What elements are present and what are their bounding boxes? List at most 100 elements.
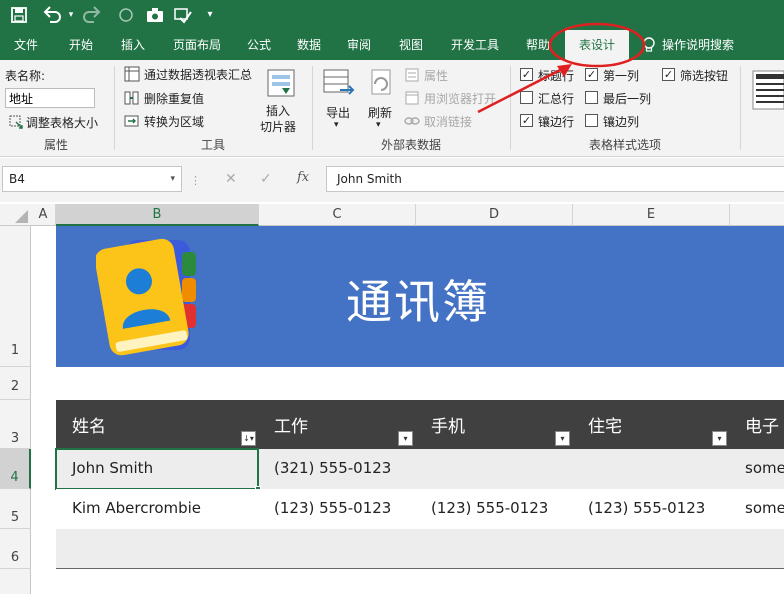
insert-slicer-button[interactable]: 插入 切片器: [258, 68, 304, 134]
total-row-label: 汇总行: [538, 92, 575, 106]
table-row: Kim Abercrombie (123) 555-0123 (123) 555…: [56, 489, 784, 529]
first-column-checkbox[interactable]: ✓: [585, 68, 598, 81]
name-box-dropdown-icon[interactable]: ▾: [170, 167, 175, 191]
tab-table-design[interactable]: 表设计: [565, 30, 629, 60]
tab-insert[interactable]: 插入: [112, 30, 154, 60]
slicer-icon: [267, 69, 295, 97]
table-style-gallery-icon[interactable]: [752, 70, 784, 110]
unlink-icon: [404, 117, 420, 125]
group-label-external: 外部表数据: [380, 138, 441, 152]
header-row-option[interactable]: ✓ 标题行: [520, 67, 584, 83]
tab-page-layout[interactable]: 页面布局: [164, 30, 230, 60]
redo-icon[interactable]: [80, 4, 104, 26]
pivot-table-icon: [124, 66, 140, 82]
column-header-d[interactable]: D: [416, 204, 573, 226]
total-row-option[interactable]: 汇总行: [520, 90, 584, 106]
row-header-6[interactable]: 6: [0, 529, 31, 569]
last-column-checkbox[interactable]: [585, 91, 598, 104]
circle-icon[interactable]: [116, 4, 136, 26]
tab-data[interactable]: 数据: [288, 30, 330, 60]
enter-icon[interactable]: ✓: [260, 171, 272, 187]
unlink-label: 取消链接: [424, 115, 473, 129]
insert-slicer-label-2: 切片器: [260, 120, 297, 134]
row-header-1[interactable]: 1: [0, 226, 31, 367]
convert-range-icon: [124, 115, 139, 127]
group-label-properties: 属性: [43, 138, 68, 152]
row-header-2[interactable]: 2: [0, 367, 31, 400]
cell-mobile[interactable]: (123) 555-0123: [431, 499, 548, 517]
header-cell-mobile[interactable]: 手机: [431, 412, 465, 437]
column-header-c[interactable]: C: [259, 204, 416, 226]
filter-dropdown-icon[interactable]: ▾: [712, 431, 727, 446]
more-icon[interactable]: ▾: [204, 4, 216, 26]
insert-slicer-label-1: 插入: [266, 104, 291, 118]
cell-work[interactable]: (123) 555-0123: [274, 499, 391, 517]
header-cell-work[interactable]: 工作: [274, 412, 308, 437]
tab-developer[interactable]: 开发工具: [440, 30, 510, 60]
refresh-button[interactable]: 刷新 ▾: [362, 68, 400, 132]
formula-bar-area: B4 ▾ ⋮ ✕ ✓ fx John Smith: [0, 158, 784, 202]
cell-email[interactable]: some: [745, 499, 784, 517]
tab-help[interactable]: 帮助: [516, 30, 560, 60]
group-label-tools: 工具: [200, 138, 225, 152]
tab-review[interactable]: 审阅: [338, 30, 380, 60]
column-header-a[interactable]: A: [31, 204, 56, 226]
lightbulb-icon: [643, 37, 655, 52]
row-header-4[interactable]: 4: [0, 449, 31, 489]
tell-me-search[interactable]: 操作说明搜索: [662, 30, 754, 60]
group-separator: [740, 66, 741, 150]
column-header-e[interactable]: E: [573, 204, 730, 226]
row-header-5[interactable]: 5: [0, 489, 31, 529]
group-separator: [114, 66, 115, 150]
header-cell-name[interactable]: 姓名: [72, 412, 106, 437]
banded-rows-checkbox[interactable]: ✓: [520, 114, 533, 127]
cell-home[interactable]: (123) 555-0123: [588, 499, 705, 517]
banded-rows-option[interactable]: ✓ 镶边行: [520, 113, 584, 129]
cell-email[interactable]: some: [745, 459, 784, 477]
sort-filter-icon[interactable]: ↓▾: [241, 431, 256, 446]
select-all-icon[interactable]: [0, 204, 31, 226]
insert-function-icon[interactable]: fx: [297, 170, 309, 185]
header-cell-home[interactable]: 住宅: [588, 412, 622, 437]
tab-formulas[interactable]: 公式: [238, 30, 280, 60]
table-name-input[interactable]: [5, 88, 95, 108]
address-book-banner: 通讯簿: [56, 226, 784, 367]
cancel-icon[interactable]: ✕: [225, 171, 237, 187]
tab-file[interactable]: 文件: [4, 30, 48, 60]
filter-button-checkbox[interactable]: ✓: [662, 68, 675, 81]
export-button[interactable]: 导出 ▾: [320, 68, 358, 132]
filter-dropdown-icon[interactable]: ▾: [555, 431, 570, 446]
first-column-option[interactable]: ✓ 第一列: [585, 67, 655, 83]
undo-dropdown-icon[interactable]: ▾: [66, 4, 76, 26]
undo-icon[interactable]: [40, 4, 64, 26]
drag-handle-icon[interactable]: ⋮: [190, 174, 201, 187]
remove-duplicates-icon: [124, 91, 139, 105]
column-header-b[interactable]: B: [56, 204, 259, 226]
first-column-label: 第一列: [603, 69, 640, 83]
cell-name[interactable]: Kim Abercrombie: [72, 499, 201, 517]
save-icon[interactable]: [8, 4, 30, 26]
filter-button-option[interactable]: ✓ 筛选按钮: [662, 67, 738, 83]
name-box[interactable]: B4 ▾: [2, 166, 182, 192]
tab-view[interactable]: 视图: [390, 30, 432, 60]
filter-dropdown-icon[interactable]: ▾: [398, 431, 413, 446]
header-cell-email[interactable]: 电子: [745, 412, 779, 437]
last-column-option[interactable]: 最后一列: [585, 90, 655, 106]
check-icon[interactable]: [172, 4, 194, 26]
tab-home[interactable]: 开始: [58, 30, 104, 60]
export-dropdown-icon: ▾: [334, 120, 339, 130]
row-header-3[interactable]: 3: [0, 400, 31, 449]
resize-table-icon: [9, 115, 23, 129]
cell-work[interactable]: (321) 555-0123: [274, 459, 391, 477]
group-label-style-options: 表格样式选项: [588, 138, 661, 152]
active-cell-border: [55, 448, 259, 490]
total-row-checkbox[interactable]: [520, 91, 533, 104]
table-header-row: 姓名 ↓▾ 工作 ▾ 手机 ▾ 住宅 ▾ 电子: [56, 400, 784, 449]
banded-columns-option[interactable]: 镶边列: [585, 113, 655, 129]
row-header-7[interactable]: [0, 569, 31, 594]
header-row-checkbox[interactable]: ✓: [520, 68, 533, 81]
banded-columns-checkbox[interactable]: [585, 114, 598, 127]
camera-icon[interactable]: [144, 4, 166, 26]
header-row-label: 标题行: [538, 69, 575, 83]
formula-input[interactable]: John Smith: [326, 166, 784, 192]
